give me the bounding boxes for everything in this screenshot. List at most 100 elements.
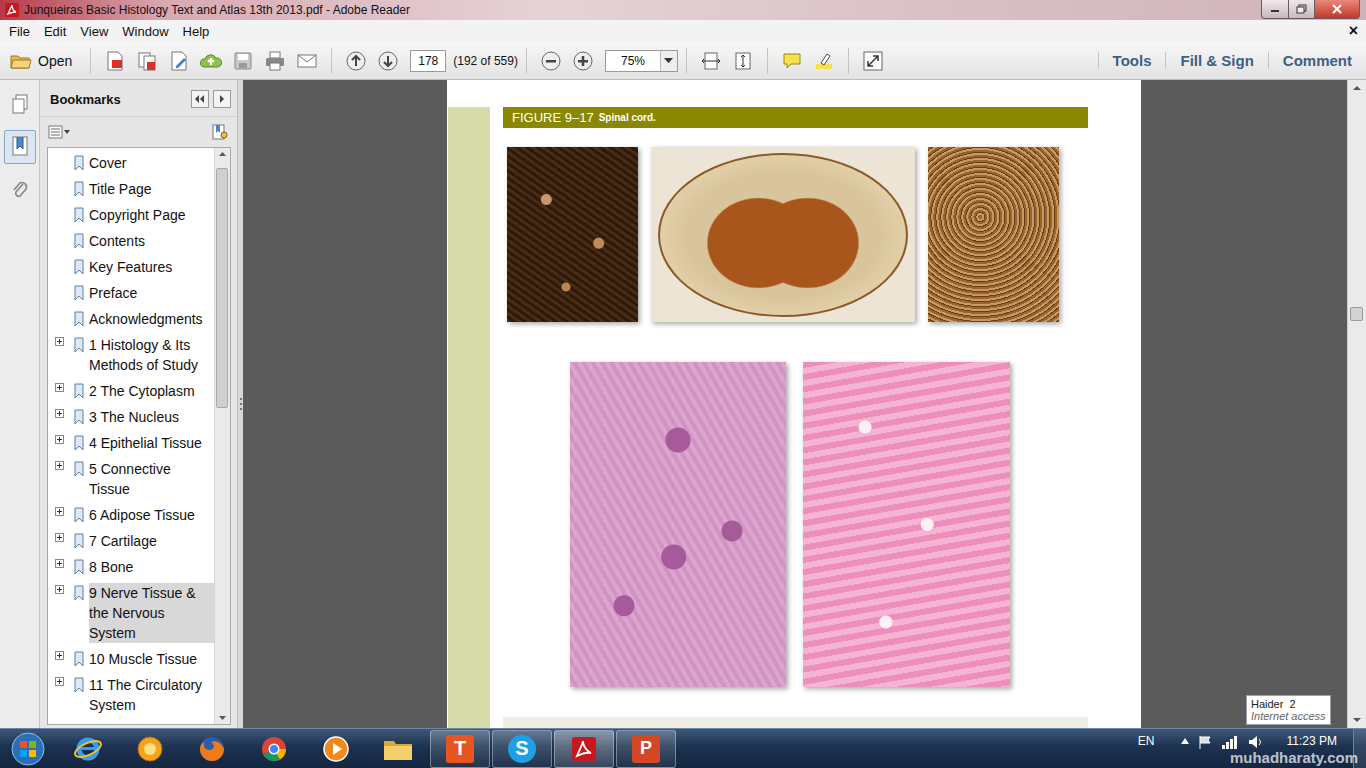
bookmarks-scrollbar[interactable]: [214, 148, 230, 724]
attachments-button[interactable]: [5, 174, 35, 206]
bookmark-item[interactable]: 5 Connective Tissue: [48, 456, 214, 502]
tile-taskbar-button[interactable]: T: [430, 730, 490, 768]
zoom-dropdown[interactable]: [660, 51, 677, 71]
page-thumbnails-button[interactable]: [5, 88, 35, 120]
minimize-button[interactable]: [1261, 0, 1289, 19]
print-button[interactable]: [259, 46, 291, 76]
options-button[interactable]: [48, 125, 70, 139]
bookmarks-button[interactable]: [4, 130, 36, 164]
bookmark-item[interactable]: 11 The Circulatory System: [48, 672, 214, 718]
bookmark-tool-button[interactable]: [211, 123, 229, 141]
document-scrollbar[interactable]: [1347, 80, 1366, 728]
expand-plus-icon[interactable]: [55, 409, 64, 418]
bookmark-item[interactable]: 10 Muscle Tissue: [48, 646, 214, 672]
expand-plus-icon[interactable]: [55, 507, 64, 516]
menu-item[interactable]: View: [73, 24, 115, 39]
expand-plus-icon[interactable]: [55, 533, 64, 542]
pane-button[interactable]: Fill & Sign: [1165, 52, 1267, 69]
firefox-taskbar-button[interactable]: [182, 730, 242, 768]
bookmark-item[interactable]: 9 Nerve Tissue & the Nervous System: [48, 580, 214, 646]
chrome-taskbar-button[interactable]: [244, 730, 304, 768]
expand-plus-icon[interactable]: [55, 435, 64, 444]
zoom-field[interactable]: 75%: [605, 50, 678, 72]
bookmark-item[interactable]: Cover: [48, 150, 214, 176]
bookmark-item[interactable]: Preface: [48, 280, 214, 306]
bookmark-item[interactable]: 4 Epithelial Tissue: [48, 430, 214, 456]
bookmark-item[interactable]: 8 Bone: [48, 554, 214, 580]
bookmark-item[interactable]: 2 The Cytoplasm: [48, 378, 214, 404]
bookmark-item[interactable]: 1 Histology & Its Methods of Study: [48, 332, 214, 378]
sticky-note-button[interactable]: [776, 46, 808, 76]
windows-orb-icon: [10, 731, 46, 767]
show-hidden-icons-button[interactable]: [1181, 734, 1189, 748]
combine-button[interactable]: [131, 46, 163, 76]
dropdown-arrow-icon: [664, 58, 673, 64]
read-mode-button[interactable]: [857, 46, 889, 76]
plus-icon: [572, 50, 594, 72]
bookmark-item[interactable]: 6 Adipose Tissue: [48, 502, 214, 528]
window-controls: [1261, 0, 1360, 19]
pane-button[interactable]: Tools: [1098, 52, 1166, 69]
open-button[interactable]: Open: [8, 52, 82, 70]
media-taskbar-button[interactable]: [306, 730, 366, 768]
bookmark-item[interactable]: Key Features: [48, 254, 214, 280]
collapse-panel-button[interactable]: [191, 90, 209, 108]
expand-plus-icon[interactable]: [55, 651, 64, 660]
maximize-button[interactable]: [1289, 0, 1315, 19]
scroll-up-icon[interactable]: [215, 148, 230, 160]
explorer-taskbar-button[interactable]: [368, 730, 428, 768]
expand-plus-icon[interactable]: [55, 461, 64, 470]
create-pdf-button[interactable]: [99, 46, 131, 76]
close-button[interactable]: [1315, 0, 1360, 19]
skype-taskbar-button[interactable]: S: [492, 730, 552, 768]
acrobat-taskbar-button[interactable]: [554, 730, 614, 768]
bookmark-item[interactable]: Copyright Page: [48, 202, 214, 228]
highlight-button[interactable]: [808, 46, 840, 76]
show-desktop-button[interactable]: [1353, 729, 1366, 768]
fit-width-button[interactable]: [695, 46, 727, 76]
network-icon[interactable]: [1221, 734, 1239, 750]
scroll-up-icon[interactable]: [1348, 80, 1366, 97]
bookmark-item[interactable]: Contents: [48, 228, 214, 254]
previous-page-button[interactable]: [340, 46, 372, 76]
email-button[interactable]: [291, 46, 323, 76]
start-taskbar-button[interactable]: [0, 730, 56, 768]
clock[interactable]: 11:23 PM: [1287, 734, 1337, 748]
upload-button[interactable]: [195, 46, 227, 76]
expand-plus-icon[interactable]: [55, 585, 64, 594]
page-number-field[interactable]: 178: [410, 50, 446, 72]
expand-plus-icon[interactable]: [55, 383, 64, 392]
expand-plus-icon[interactable]: [55, 337, 64, 346]
bookmark-label: 11 The Circulatory System: [89, 675, 214, 715]
scroll-thumb[interactable]: [1350, 307, 1363, 321]
zoom-out-button[interactable]: [535, 46, 567, 76]
bookmark-item[interactable]: 3 The Nucleus: [48, 404, 214, 430]
save-button[interactable]: [227, 46, 259, 76]
bookmark-ribbon-icon: [73, 383, 85, 399]
close-document-button[interactable]: ×: [1349, 22, 1358, 40]
scroll-down-icon[interactable]: [215, 712, 230, 724]
bookmark-item[interactable]: 7 Cartilage: [48, 528, 214, 554]
bookmark-item[interactable]: Title Page: [48, 176, 214, 202]
scroll-thumb[interactable]: [216, 168, 228, 408]
fit-page-button[interactable]: [727, 46, 759, 76]
expand-plus-icon[interactable]: [55, 559, 64, 568]
powerpoint-taskbar-button[interactable]: P: [616, 730, 676, 768]
menu-item[interactable]: Edit: [37, 24, 73, 39]
language-indicator[interactable]: EN: [1138, 734, 1155, 748]
ie-taskbar-button[interactable]: [58, 730, 118, 768]
messenger-taskbar-button[interactable]: [120, 730, 180, 768]
menu-item[interactable]: Window: [115, 24, 175, 39]
volume-icon[interactable]: [1247, 734, 1265, 750]
bookmark-item[interactable]: Acknowledgments: [48, 306, 214, 332]
pane-button[interactable]: Comment: [1268, 52, 1366, 69]
scroll-down-icon[interactable]: [1348, 711, 1366, 728]
next-page-button[interactable]: [372, 46, 404, 76]
expand-plus-icon[interactable]: [55, 677, 64, 686]
menu-item[interactable]: Help: [176, 24, 217, 39]
action-center-flag-icon[interactable]: [1197, 734, 1213, 750]
edit-button[interactable]: [163, 46, 195, 76]
zoom-in-button[interactable]: [567, 46, 599, 76]
menu-item[interactable]: File: [2, 24, 37, 39]
expand-panel-button[interactable]: [213, 90, 231, 108]
